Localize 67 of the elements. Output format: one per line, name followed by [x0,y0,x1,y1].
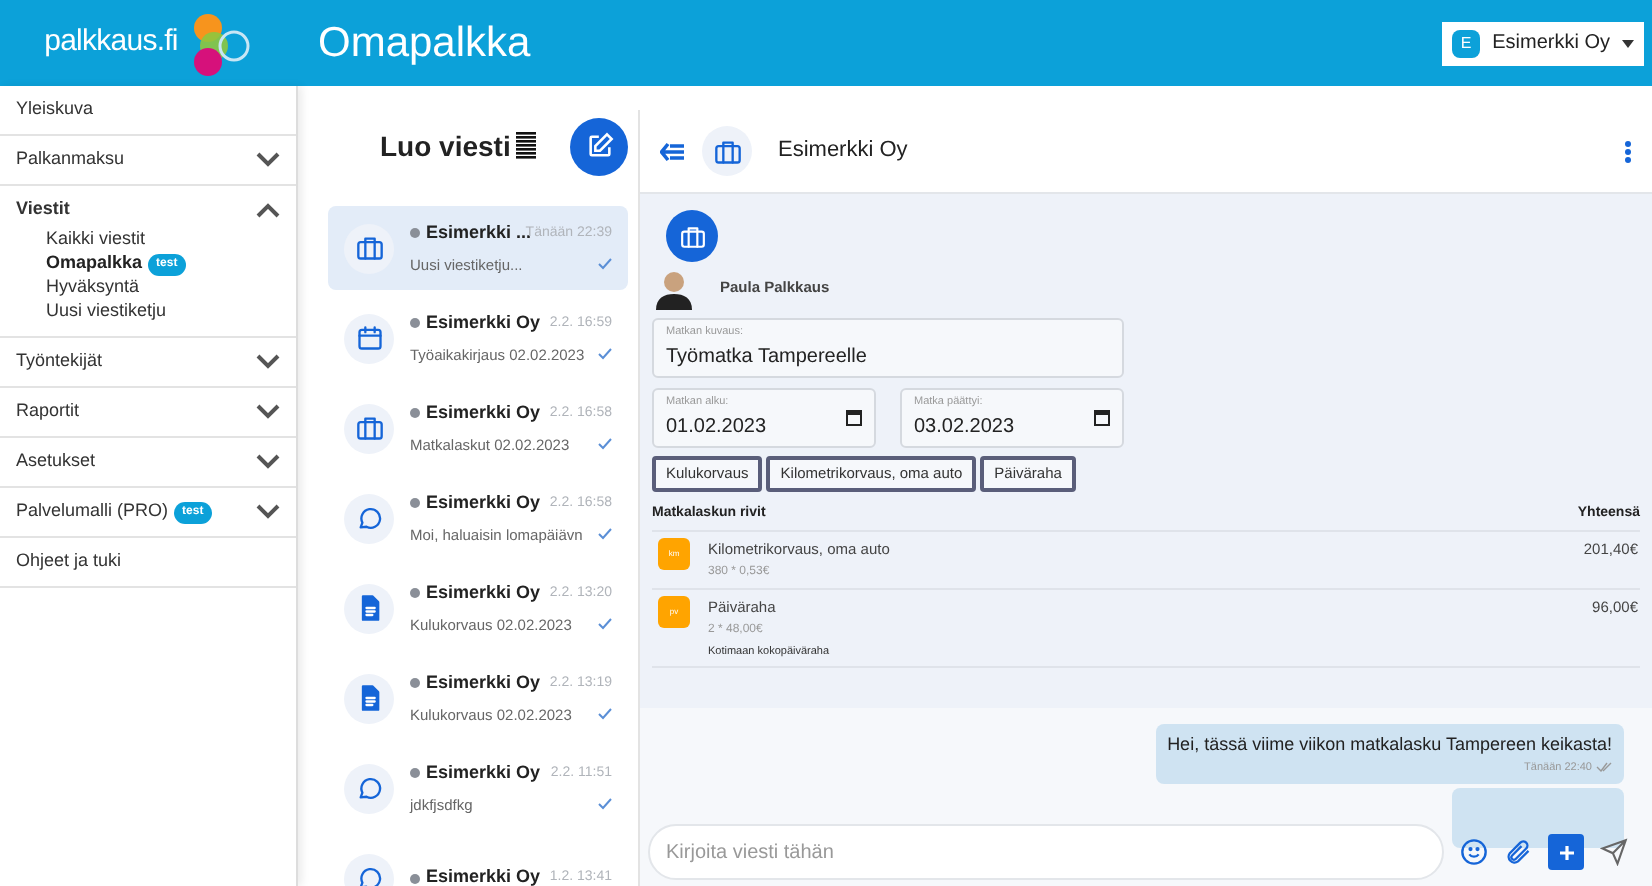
edit-icon [585,132,613,160]
field-value: Työmatka Tampereelle [666,343,869,372]
message-input[interactable]: Kirjoita viesti tähän [648,824,1444,880]
check-icon [598,258,612,271]
account-menu[interactable]: E Esimerkki Oy [1442,21,1644,65]
sidebar-item[interactable]: Raportit [0,388,296,436]
chat-bubble-icon [355,774,383,802]
sidebar-item[interactable]: Palkanmaksu [0,136,296,184]
sidebar-subitem[interactable]: Uusi viestiketju [46,300,296,324]
compose-button[interactable] [570,117,628,175]
add-button[interactable] [1548,834,1584,870]
double-check-icon [1596,762,1612,773]
briefcase-icon [355,414,383,442]
lines-icon [516,132,537,160]
status-dot-icon [410,408,420,419]
field-value: 01.02.2023 [666,413,767,442]
chat-bubble-icon [355,864,383,886]
sidebar-subitem[interactable]: Kaikki viestit [46,228,296,252]
check-icon [598,528,612,541]
caret-icon [1622,39,1634,47]
chat-bubble-icon [355,504,383,532]
check-icon [598,438,612,451]
briefcase-icon [713,137,741,165]
back-icon[interactable] [660,141,684,161]
chat-title: Esimerkki Oy [778,136,910,167]
thread-sender: Esimerkki Oy [426,864,541,886]
check-icon [598,618,612,631]
status-dot-icon [410,768,420,779]
account-name: Esimerkki Oy [1492,30,1610,58]
send-icon[interactable] [1600,838,1628,866]
sidebar-item[interactable]: Ohjeet ja tuki [0,538,296,586]
status-dot-icon [410,228,420,239]
sidebar-item[interactable]: Viestit [0,186,296,234]
logo-text: palkkaus.fi [44,22,178,63]
briefcase-icon [679,223,705,249]
person-silhouette-icon [652,266,696,310]
calendar-icon [355,324,383,352]
field-value: 03.02.2023 [914,413,1015,442]
check-icon [598,348,612,361]
sidebar-item[interactable]: Yleiskuva [0,86,296,134]
status-dot-icon [410,498,420,509]
new-message-title: Luo viesti [380,127,511,165]
status-dot-icon [410,678,420,689]
thread-sender: Esimerkki Oy [426,400,541,427]
more-icon[interactable] [1624,139,1632,163]
status-dot-icon [410,588,420,599]
check-icon [598,798,612,811]
thread-sender: Esimerkki Oy [426,310,541,337]
sidebar-subitem[interactable]: Hyväksyntä [46,276,296,300]
plus-icon [1559,845,1573,859]
account-initial: E [1452,29,1481,57]
sidebar-item[interactable]: Työntekijät [0,338,296,386]
thread-sender: Esimerkki Oy [426,580,541,607]
status-dot-icon [410,318,420,329]
paperclip-icon[interactable] [1504,838,1532,866]
message-text: Hei, tässä viime viikon matkalasku Tampereen keikasta! [1167,732,1612,759]
thread-sender: Esimerkki Oy [426,490,541,517]
calendar-icon [1094,410,1110,426]
smiley-icon[interactable] [1460,838,1488,866]
page-title: Omapalkka [318,17,533,70]
check-icon [598,708,612,721]
thread-sender: Esimerkki Oy [426,760,541,787]
status-dot-icon [410,873,420,883]
briefcase-icon [355,234,383,262]
sidebar-item[interactable]: Asetukset [0,438,296,486]
thread-sender: Esimerkki Oy [426,670,541,697]
calendar-icon [846,410,862,426]
